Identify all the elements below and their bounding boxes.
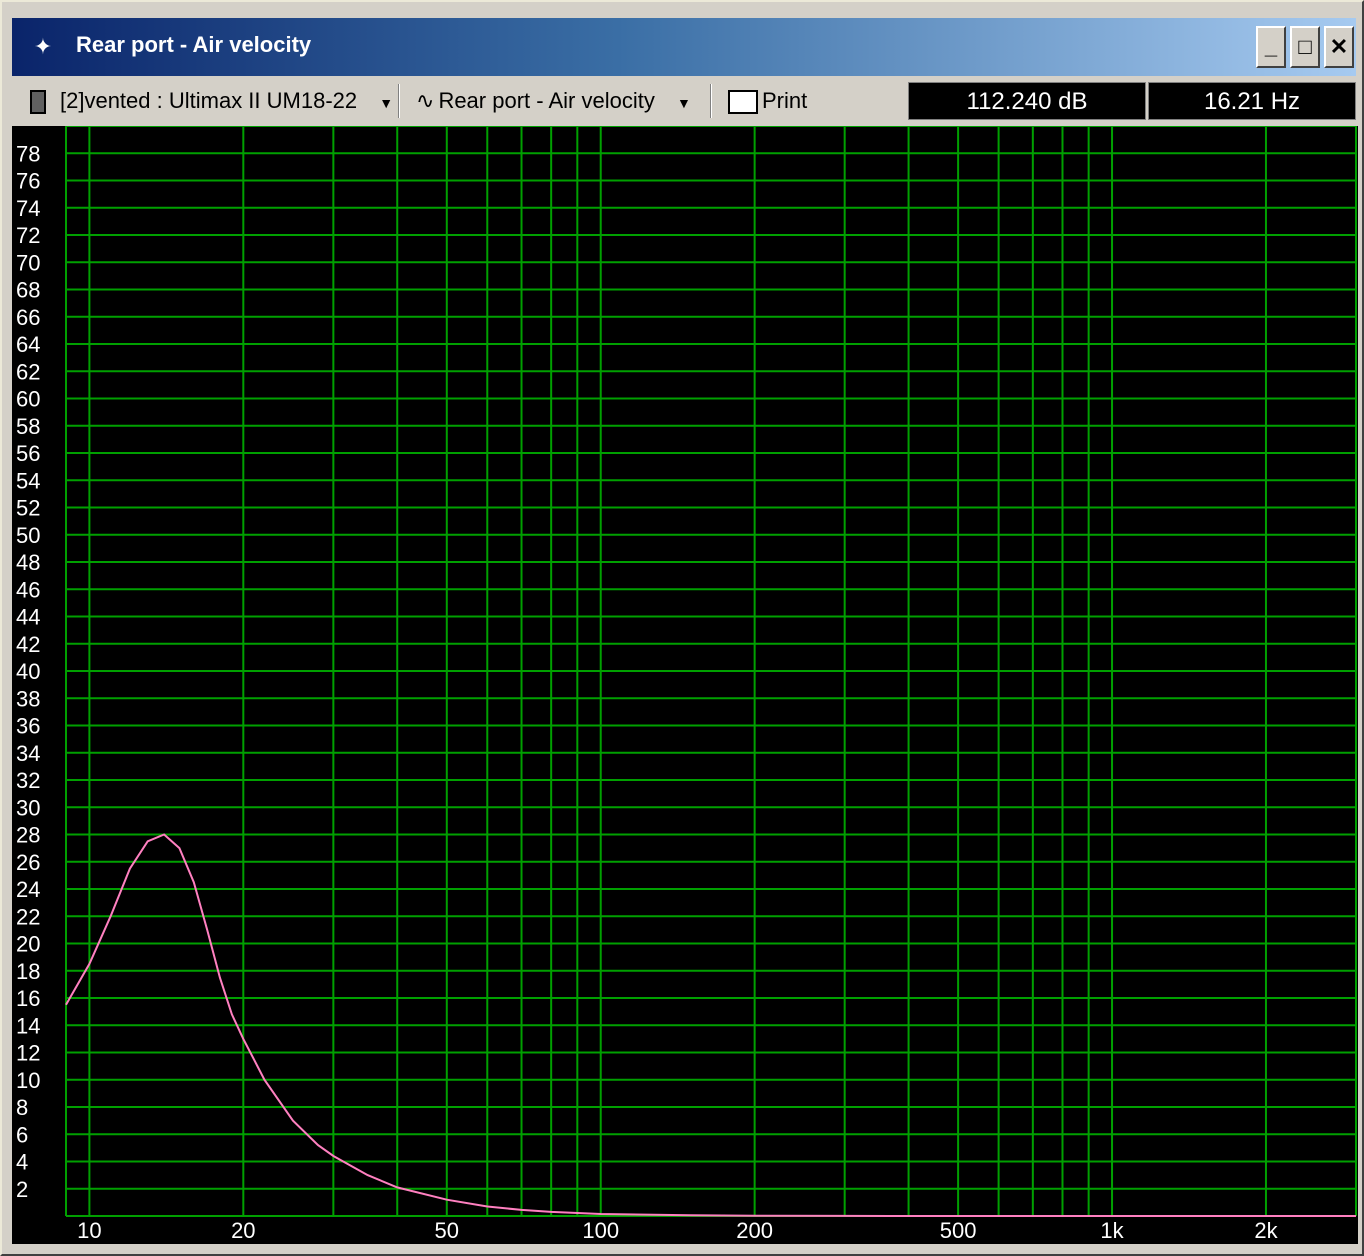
y-tick-label: 66: [16, 305, 40, 330]
y-tick-label: 26: [16, 850, 40, 875]
y-tick-label: 48: [16, 550, 40, 575]
y-tick-label: 8: [16, 1095, 28, 1120]
waveform-icon: ∿: [416, 88, 435, 113]
y-tick-label: 64: [16, 332, 40, 357]
y-tick-label: 60: [16, 387, 40, 412]
y-tick-label: 58: [16, 414, 40, 439]
y-tick-label: 20: [16, 932, 40, 957]
x-tick-label: 2k: [1254, 1218, 1278, 1243]
y-tick-label: 16: [16, 986, 40, 1011]
toolbar-separator: [710, 84, 712, 118]
y-tick-label: 10: [16, 1068, 40, 1093]
x-tick-label: 50: [435, 1218, 459, 1243]
y-tick-label: 44: [16, 605, 40, 630]
window-title: Rear port - Air velocity: [76, 32, 312, 57]
title-bar[interactable]: ✦ Rear port - Air velocity _ □ ✕: [12, 18, 1356, 76]
y-tick-label: 34: [16, 741, 40, 766]
y-tick-label: 62: [16, 359, 40, 384]
graph-select-value: Rear port - Air velocity: [438, 88, 655, 113]
app-window: ✦ Rear port - Air velocity _ □ ✕ [2]vent…: [0, 0, 1364, 1256]
y-tick-label: 6: [16, 1122, 28, 1147]
y-tick-label: 32: [16, 768, 40, 793]
y-tick-label: 78: [16, 141, 40, 166]
toolbar: [2]vented : Ultimax II UM18-22 ▼ ∿ Rear p…: [12, 78, 1356, 124]
y-tick-label: 46: [16, 577, 40, 602]
y-tick-label: 50: [16, 523, 40, 548]
y-tick-label: 56: [16, 441, 40, 466]
graph-area[interactable]: 2 4 6 8 10 12 14 16 18 20 22 24 26 28 30 32 34 36 38 40 42 44…: [12, 125, 1358, 1244]
y-tick-label: 4: [16, 1150, 28, 1175]
x-tick-label: 10: [77, 1218, 101, 1243]
maximize-button[interactable]: □: [1290, 26, 1320, 68]
y-tick-label: 54: [16, 468, 40, 493]
speaker-icon: [30, 90, 46, 115]
y-tick-label: 2: [16, 1177, 28, 1202]
chevron-down-icon: ▼: [676, 95, 691, 111]
x-tick-label: 20: [231, 1218, 255, 1243]
y-tick-label: 18: [16, 959, 40, 984]
y-tick-label: 40: [16, 659, 40, 684]
level-readout: 112.240 dB: [908, 82, 1146, 120]
minimize-button[interactable]: _: [1256, 26, 1286, 68]
x-tick-label: 200: [736, 1218, 773, 1243]
x-tick-label: 100: [582, 1218, 619, 1243]
frequency-readout: 16.21 Hz: [1148, 82, 1356, 120]
driver-selector[interactable]: [2]vented : Ultimax II UM18-22 ▼: [30, 84, 393, 118]
toolbar-separator: [398, 84, 400, 118]
y-tick-label: 52: [16, 496, 40, 521]
y-tick-label: 76: [16, 169, 40, 194]
print-label: Print: [762, 88, 808, 113]
y-tick-label: 36: [16, 714, 40, 739]
print-button[interactable]: Print: [728, 84, 807, 118]
air-velocity-chart: 2468101214161820222426283032343638404244…: [16, 125, 1357, 1243]
y-tick-label: 14: [16, 1013, 40, 1038]
y-tick-label: 42: [16, 632, 40, 657]
y-tick-label: 72: [16, 223, 40, 248]
y-tick-label: 12: [16, 1041, 40, 1066]
app-icon: ✦: [33, 34, 53, 59]
y-tick-label: 30: [16, 795, 40, 820]
close-button[interactable]: ✕: [1324, 26, 1354, 68]
y-tick-label: 70: [16, 250, 40, 275]
x-tick-label: 1k: [1100, 1218, 1124, 1243]
y-tick-label: 24: [16, 877, 40, 902]
printer-icon: [728, 90, 758, 115]
x-tick-label: 500: [940, 1218, 977, 1243]
graph-selector[interactable]: ∿ Rear port - Air velocity ▼: [416, 84, 691, 118]
y-tick-label: 28: [16, 823, 40, 848]
y-tick-label: 38: [16, 686, 40, 711]
y-tick-label: 22: [16, 904, 40, 929]
y-tick-label: 74: [16, 196, 40, 221]
y-tick-label: 68: [16, 278, 40, 303]
chevron-down-icon: ▼: [379, 95, 394, 111]
driver-select-value: [2]vented : Ultimax II UM18-22: [60, 88, 358, 113]
